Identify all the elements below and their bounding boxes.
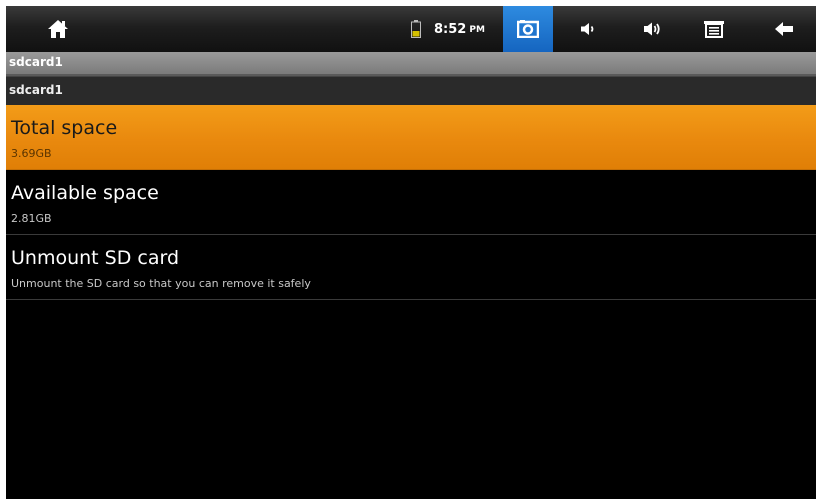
back-arrow-icon [775,22,793,36]
app-title: sdcard1 [9,55,63,69]
item-title: Available space [11,182,159,204]
item-summary: 2.81GB [11,212,52,225]
section-title: sdcard1 [9,83,63,97]
clock-time: 8:52 [434,21,467,37]
device-screen: 8:52 PM sdcard1 sdcard1 Total space 3.69… [6,6,816,499]
home-icon[interactable] [36,6,80,52]
clock: 8:52 PM [434,6,496,52]
app-title-bar: sdcard1 [6,52,816,76]
volume-up-button[interactable] [628,6,678,52]
item-summary: 3.69GB [11,147,52,160]
clock-ampm: PM [469,25,485,35]
volume-up-icon [644,22,660,36]
item-summary: Unmount the SD card so that you can remo… [11,277,311,290]
list-item-total-space[interactable]: Total space 3.69GB [6,105,816,170]
back-button[interactable] [762,6,806,52]
item-title: Total space [11,117,118,139]
list-item-unmount-sd-card[interactable]: Unmount SD card Unmount the SD card so t… [6,235,816,300]
list-item-available-space[interactable]: Available space 2.81GB [6,170,816,235]
volume-down-icon [581,23,594,35]
menu-button[interactable] [692,6,736,52]
battery-icon [404,6,428,52]
section-header: sdcard1 [6,76,816,105]
volume-down-button[interactable] [566,6,610,52]
item-title: Unmount SD card [11,247,180,269]
menu-icon [704,21,724,38]
screenshot-button[interactable] [503,6,553,52]
screenshot-icon [517,20,539,38]
status-bar: 8:52 PM [6,6,816,52]
